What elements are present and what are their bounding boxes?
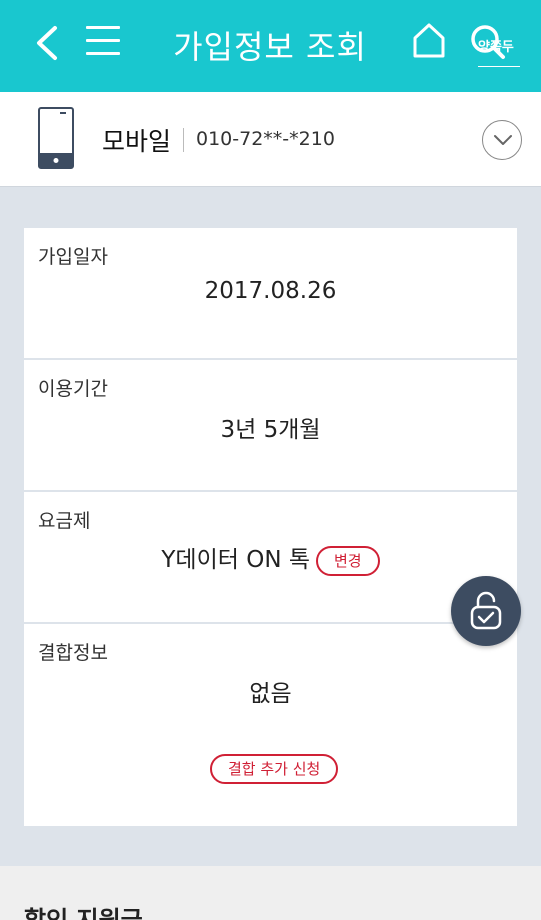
discount-section: 할인 지원금 [0,866,541,920]
usage-period-card: 이용기간 3년 5개월 [24,360,517,490]
plan-value: Y데이터 ON 톡 [161,547,310,573]
discount-title: 할인 지원금 [24,906,143,920]
plan-card: 요금제 Y데이터 ON 톡 변경 [24,492,517,622]
join-date-value: 2017.08.26 [204,278,337,304]
combo-value: 없음 [249,681,292,707]
home-icon[interactable] [412,22,446,60]
phone-number: 010-72**-*210 [196,128,335,150]
combo-card: 결합정보 없음 결합 추가 신청 [24,624,517,826]
phone-icon [38,107,74,169]
chevron-down-icon[interactable] [482,120,522,160]
line-type: 모바일 [102,127,172,156]
unlock-check-icon[interactable] [451,576,521,646]
menu-icon[interactable] [86,26,120,58]
search-underline [478,66,520,67]
join-date-card: 가입일자 2017.08.26 [24,228,517,358]
plan-row: Y데이터 ON 톡 변경 [24,540,517,576]
page-title: 가입정보 조회 [173,28,367,66]
plan-label: 요금제 [38,510,91,532]
usage-period-label: 이용기간 [38,378,108,400]
divider [183,128,184,152]
join-date-label: 가입일자 [38,246,108,268]
combo-add-button[interactable]: 결합 추가 신청 [210,754,339,784]
back-icon[interactable] [33,24,61,62]
plan-change-button[interactable]: 변경 [316,545,380,576]
combo-label: 결합정보 [38,642,108,664]
app-header: 가입정보 조회 양쪽두 [0,0,541,92]
usage-period-value: 3년 5개월 [220,417,321,443]
search-label[interactable]: 양쪽두 [478,36,514,55]
